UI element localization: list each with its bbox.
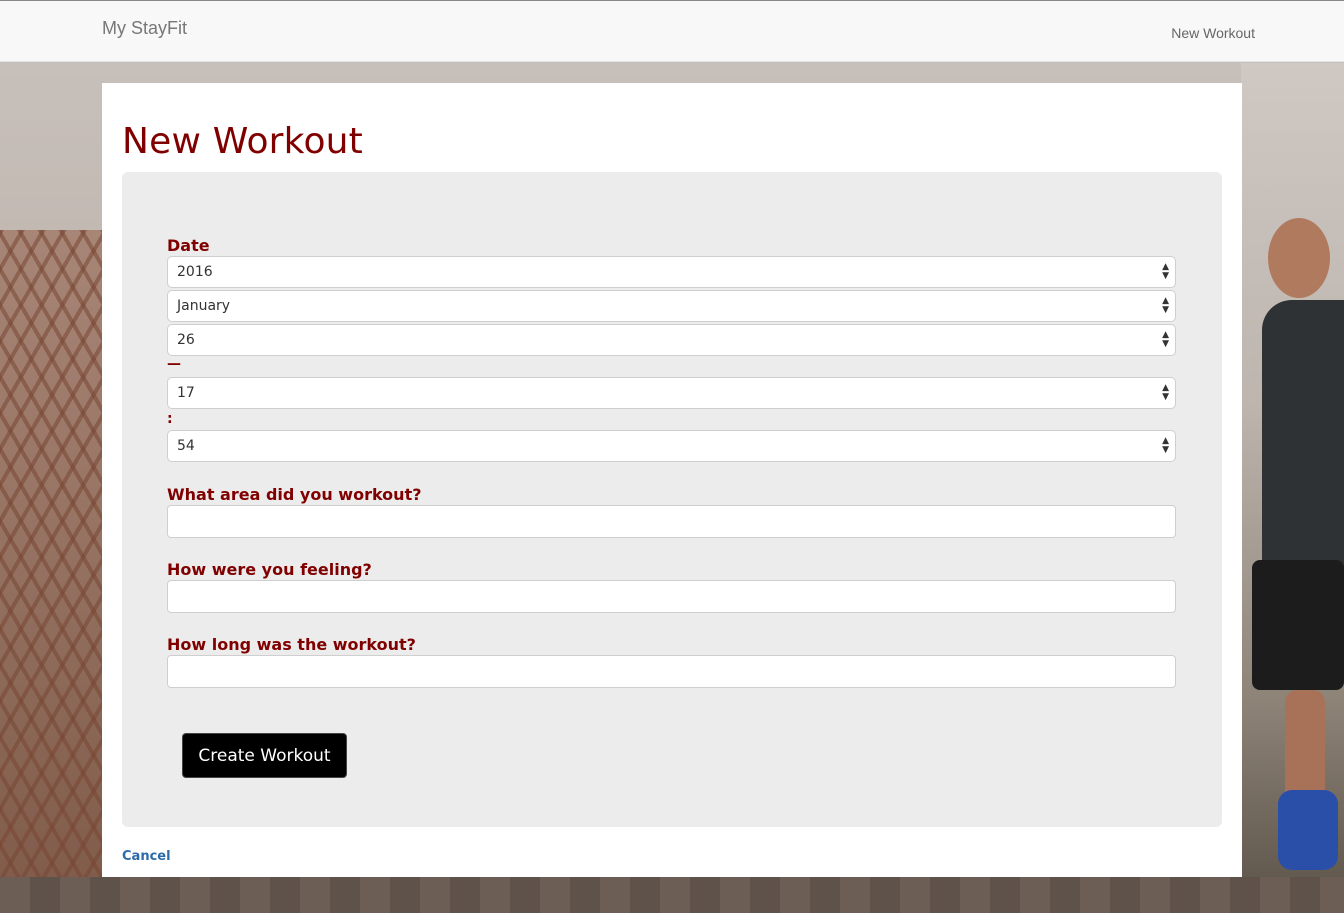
select-arrows-icon: ▲ ▼ <box>1162 330 1169 349</box>
hour-select[interactable]: 17 ▲ ▼ <box>167 377 1176 409</box>
date-label: Date <box>167 236 210 255</box>
minute-select[interactable]: 54 ▲ ▼ <box>167 430 1176 462</box>
duration-input[interactable] <box>167 655 1176 688</box>
nav-new-workout-link[interactable]: New Workout <box>1171 25 1255 41</box>
select-arrows-icon: ▲ ▼ <box>1162 262 1169 281</box>
month-select[interactable]: January ▲ ▼ <box>167 290 1176 322</box>
duration-label: How long was the workout? <box>167 635 416 654</box>
area-input[interactable] <box>167 505 1176 538</box>
background-runner-shorts <box>1252 560 1344 690</box>
create-workout-button[interactable]: Create Workout <box>182 733 347 778</box>
area-label: What area did you workout? <box>167 485 422 504</box>
year-select[interactable]: 2016 ▲ ▼ <box>167 256 1176 288</box>
page-title: New Workout <box>122 121 363 162</box>
minute-select-value: 54 <box>177 438 195 454</box>
background-runner-body <box>1262 300 1344 570</box>
day-select[interactable]: 26 ▲ ▼ <box>167 324 1176 356</box>
navbar: My StayFit New Workout <box>0 0 1344 62</box>
select-arrows-icon: ▲ ▼ <box>1162 383 1169 402</box>
background-bridge <box>0 230 104 913</box>
select-arrows-icon: ▲ ▼ <box>1162 436 1169 455</box>
background-runner-shoe <box>1278 790 1338 870</box>
cancel-link[interactable]: Cancel <box>122 849 171 864</box>
select-arrows-icon: ▲ ▼ <box>1162 296 1169 315</box>
brand-link[interactable]: My StayFit <box>102 18 187 39</box>
month-select-value: January <box>177 298 231 314</box>
time-separator: : <box>167 411 173 427</box>
background-runner-head <box>1268 218 1330 298</box>
hour-select-value: 17 <box>177 385 195 401</box>
background-boardwalk <box>0 877 1344 913</box>
main-card: New Workout Date 2016 ▲ ▼ January ▲ ▼ 26 ▲… <box>102 83 1242 877</box>
feeling-label: How were you feeling? <box>167 560 372 579</box>
feeling-input[interactable] <box>167 580 1176 613</box>
day-select-value: 26 <box>177 332 195 348</box>
year-select-value: 2016 <box>177 264 213 280</box>
workout-form: Date 2016 ▲ ▼ January ▲ ▼ 26 ▲ ▼ — 17 ▲ ▼ : … <box>122 172 1222 827</box>
date-time-separator: — <box>167 356 181 372</box>
